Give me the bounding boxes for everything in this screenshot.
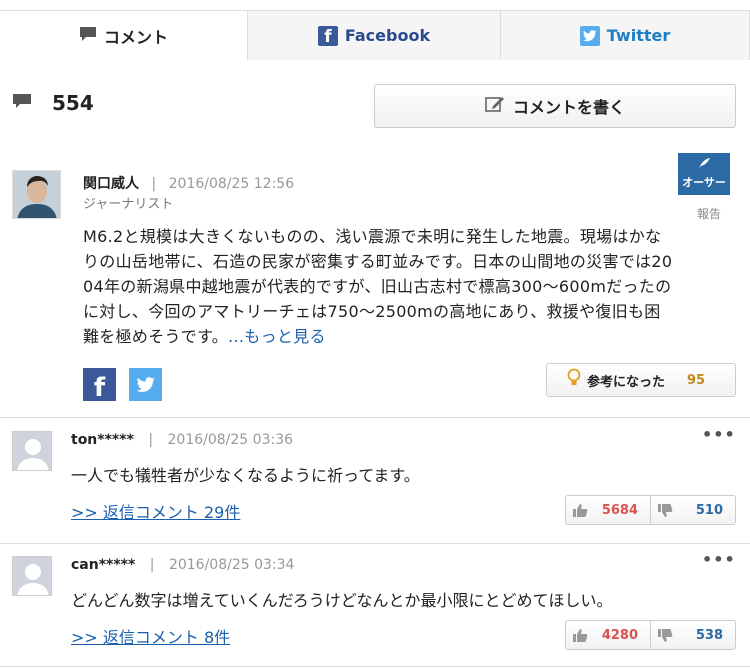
helpful-label: 参考になった <box>587 374 666 390</box>
comment-text: どんどん数字は増えていくんだろうけどなんとか最小限にとどめてほしい。 <box>71 591 613 610</box>
comment-tabs: コメント f Facebook Twitter <box>0 10 750 61</box>
meta-separator: | <box>151 176 157 192</box>
user-avatar[interactable] <box>12 556 52 596</box>
author-comment-body: M6.2と規模は大きくないものの、浅い震源で未明に発生した地震。現場はかな りの… <box>83 224 743 349</box>
author-avatar[interactable] <box>12 170 61 219</box>
tab-comments[interactable]: コメント <box>0 10 247 61</box>
comment-meta: can***** | 2016/08/25 03:34 <box>71 557 294 573</box>
body-line-last: 難を極めそうです。...もっと見る <box>83 324 743 349</box>
body-line: 難を極めそうです。 <box>83 327 229 346</box>
comment-count-number: 554 <box>52 91 94 115</box>
like-button[interactable]: 4280 <box>566 621 650 649</box>
author-name[interactable]: 関口威人 <box>83 176 139 192</box>
body-line: に対し、今回のアマトリーチェは750〜2500mの高地にあり、救援や復旧も困 <box>83 302 661 321</box>
thumbs-up-icon <box>572 627 588 643</box>
thumbs-down-icon <box>657 627 673 643</box>
share-buttons: f <box>83 368 162 401</box>
like-button[interactable]: 5684 <box>566 496 650 524</box>
feather-icon <box>697 157 711 172</box>
tab-facebook[interactable]: f Facebook <box>247 10 500 60</box>
author-role: ジャーナリスト <box>83 197 174 212</box>
comment-count-icon <box>12 93 32 113</box>
tab-comments-label: コメント <box>103 27 168 47</box>
body-line: M6.2と規模は大きくないものの、浅い震源で未明に発生した地震。現場はかな <box>83 227 662 246</box>
more-options-icon[interactable]: ••• <box>702 550 736 569</box>
user-avatar[interactable] <box>12 431 52 471</box>
author-badge: オーサー <box>678 153 730 195</box>
like-count: 4280 <box>601 627 638 643</box>
more-options-icon[interactable]: ••• <box>702 425 736 444</box>
meta-separator: | <box>148 432 154 448</box>
meta-separator: | <box>149 557 155 573</box>
twitter-icon <box>579 25 600 46</box>
tab-facebook-label: Facebook <box>344 26 431 45</box>
pencil-icon <box>485 95 505 117</box>
thumbs-down-icon <box>657 502 673 518</box>
dislike-button[interactable]: 510 <box>650 496 735 524</box>
body-line: 04年の新潟県中越地震が代表的ですが、旧山古志村で標高300〜600mだったの <box>83 277 672 296</box>
tab-twitter[interactable]: Twitter <box>500 10 750 60</box>
speech-bubble-icon <box>79 26 97 46</box>
comment-timestamp: 2016/08/25 03:34 <box>168 557 295 573</box>
comment-item: ton***** | 2016/08/25 03:36 ••• 一人でも犠牲者が… <box>12 425 742 551</box>
facebook-icon: f <box>317 25 338 46</box>
author-meta: 関口威人 | 2016/08/25 12:56 <box>83 173 294 193</box>
comment-meta: ton***** | 2016/08/25 03:36 <box>71 432 293 448</box>
vote-buttons: 5684 510 <box>565 495 736 525</box>
dislike-count: 510 <box>695 502 723 518</box>
divider <box>0 666 750 667</box>
lightbulb-icon <box>567 368 581 392</box>
comment-user-name[interactable]: can***** <box>71 557 135 573</box>
divider <box>0 417 750 418</box>
dislike-button[interactable]: 538 <box>650 621 735 649</box>
helpful-count: 95 <box>687 372 706 388</box>
vote-buttons: 4280 538 <box>565 620 736 650</box>
like-count: 5684 <box>601 502 638 518</box>
divider <box>0 543 750 544</box>
replies-link[interactable]: >> 返信コメント 8件 <box>71 624 230 648</box>
comment-count: 554 <box>12 88 94 118</box>
comment-text: 一人でも犠牲者が少なくなるように祈ってます。 <box>71 466 420 485</box>
author-badge-label: オーサー <box>682 176 726 189</box>
comment-item: can***** | 2016/08/25 03:34 ••• どんどん数字は増… <box>12 550 742 669</box>
facebook-share-icon[interactable]: f <box>83 368 116 401</box>
body-line: りの山岳地帯に、石造の民家が密集する町並みです。日本の山間地の災害では20 <box>83 252 673 271</box>
twitter-share-icon[interactable] <box>129 368 162 401</box>
comment-timestamp: 2016/08/25 03:36 <box>167 432 294 448</box>
write-comment-label: コメントを書く <box>512 98 625 117</box>
report-link[interactable]: 報告 <box>697 205 721 222</box>
comment-user-name[interactable]: ton***** <box>71 432 134 448</box>
thumbs-up-icon <box>572 502 588 518</box>
write-comment-button[interactable]: コメントを書く <box>374 84 736 128</box>
replies-link[interactable]: >> 返信コメント 29件 <box>71 499 240 523</box>
author-timestamp: 2016/08/25 12:56 <box>168 176 295 192</box>
dislike-count: 538 <box>695 627 723 643</box>
more-link[interactable]: ...もっと見る <box>228 327 326 346</box>
helpful-button[interactable]: 参考になった 95 <box>546 363 736 397</box>
tab-twitter-label: Twitter <box>606 26 671 45</box>
